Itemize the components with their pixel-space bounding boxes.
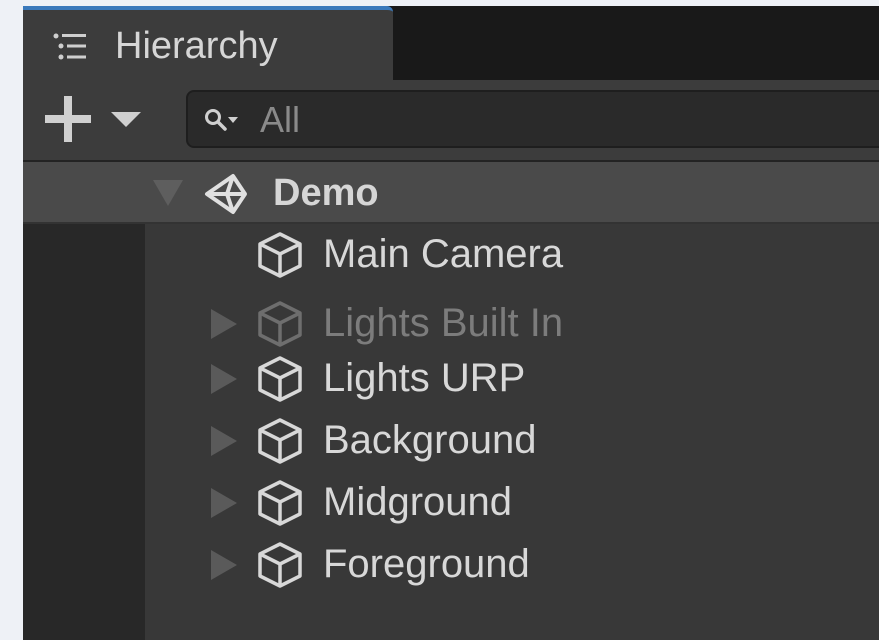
foldout-collapsed-icon[interactable] [211, 364, 237, 394]
search-icon[interactable] [204, 106, 240, 134]
search-field[interactable] [186, 90, 879, 148]
caret-down-icon [111, 112, 141, 127]
foldout-collapsed-icon[interactable] [211, 426, 237, 456]
hierarchy-item-background[interactable]: Background [145, 410, 879, 472]
gameobject-cube-icon [255, 230, 305, 280]
tab-hierarchy[interactable]: Hierarchy [23, 6, 393, 80]
foldout-expanded-icon[interactable] [153, 180, 183, 206]
list-icon [53, 32, 87, 62]
foldout-collapsed-icon[interactable] [211, 309, 237, 339]
plus-icon [45, 96, 91, 142]
hierarchy-toolbar [23, 80, 879, 162]
foldout-collapsed-icon[interactable] [211, 488, 237, 518]
hierarchy-item-label: Lights Built In [323, 301, 564, 345]
foldout-collapsed-icon[interactable] [211, 550, 237, 580]
tab-strip: Hierarchy [23, 6, 879, 80]
hierarchy-item-foreground[interactable]: Foreground [145, 534, 879, 596]
hierarchy-item-label: Main Camera [323, 232, 564, 276]
search-input[interactable] [260, 98, 860, 142]
hierarchy-item-label: Background [323, 418, 537, 462]
gameobject-cube-icon [255, 354, 305, 404]
gameobject-cube-icon [255, 540, 305, 590]
gameobject-cube-icon [255, 478, 305, 528]
scene-row-demo[interactable]: Demo [23, 162, 879, 224]
hierarchy-item-main-camera[interactable]: Main Camera [145, 224, 879, 286]
gameobject-cube-icon [255, 299, 305, 349]
hierarchy-item-lights-urp[interactable]: Lights URP [145, 348, 879, 410]
hierarchy-item-label: Midground [323, 480, 513, 524]
hierarchy-item-midground[interactable]: Midground [145, 472, 879, 534]
hierarchy-panel: Hierarchy All Demo Main Camera Lights Bu… [23, 6, 879, 640]
hierarchy-item-lights-built-in[interactable]: Lights Built In [145, 293, 879, 355]
scene-label: Demo [273, 172, 379, 214]
gameobject-cube-icon [255, 416, 305, 466]
unity-scene-icon [203, 171, 253, 217]
hierarchy-item-label: Lights URP [323, 356, 526, 400]
create-button[interactable] [45, 96, 147, 142]
hierarchy-item-label: Foreground [323, 542, 530, 586]
hierarchy-tree: Demo Main Camera Lights Built In Lights … [23, 162, 879, 640]
tab-label: Hierarchy [115, 25, 278, 67]
